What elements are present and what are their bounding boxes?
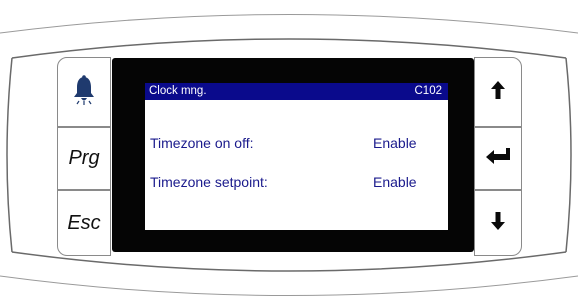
enter-key[interactable] xyxy=(474,127,522,190)
alarm-key[interactable] xyxy=(57,57,111,127)
arrow-down-icon xyxy=(488,210,508,237)
setting-value: Enable xyxy=(373,135,417,151)
esc-key[interactable]: Esc xyxy=(57,190,111,256)
esc-key-label: Esc xyxy=(67,211,101,234)
up-key[interactable] xyxy=(474,57,522,127)
prg-key[interactable]: Prg xyxy=(57,127,111,190)
setting-value: Enable xyxy=(373,174,417,190)
arrow-up-icon xyxy=(488,79,508,106)
screen-title: Clock mng. xyxy=(149,85,207,97)
bell-icon xyxy=(71,74,97,111)
prg-key-label: Prg xyxy=(68,147,100,169)
enter-icon xyxy=(483,146,513,171)
setting-label: Timezone setpoint: xyxy=(150,174,268,190)
screen-code: C102 xyxy=(414,85,443,97)
setting-label: Timezone on off: xyxy=(150,135,254,151)
down-key[interactable] xyxy=(474,190,522,256)
screen-header: Clock mng. C102 xyxy=(145,83,448,100)
display-screen: Clock mng. C102 Timezone on off: Enable … xyxy=(145,83,448,230)
